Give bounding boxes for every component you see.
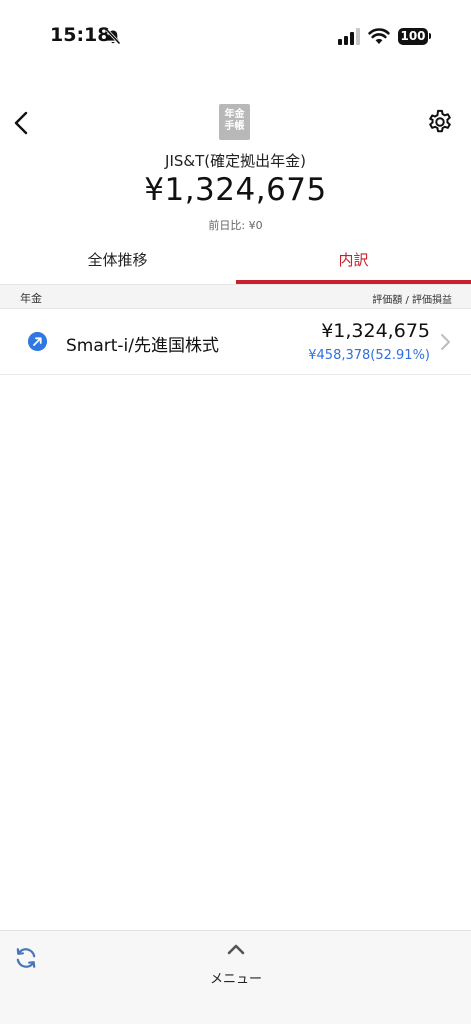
tab-bar: 全体推移 内訳 bbox=[0, 240, 471, 284]
menu-button[interactable]: メニュー bbox=[195, 941, 277, 987]
back-chevron-icon bbox=[14, 111, 28, 135]
day-change: 前日比: ¥0 bbox=[208, 219, 263, 232]
battery-tip bbox=[429, 33, 431, 39]
settings-button[interactable] bbox=[422, 104, 458, 140]
trend-up-icon bbox=[28, 332, 47, 351]
pension-book-logo: 年金 手帳 bbox=[219, 104, 250, 140]
chevron-right-icon bbox=[441, 334, 450, 350]
logo-text-line2: 手帳 bbox=[224, 121, 245, 132]
total-amount: ¥1,324,675 bbox=[144, 172, 327, 208]
refresh-button[interactable] bbox=[12, 944, 42, 974]
logo-text-line1: 年金 bbox=[224, 109, 245, 120]
fund-gain: ¥458,378(52.91%) bbox=[308, 348, 430, 363]
signal-icon bbox=[338, 28, 360, 45]
gear-icon bbox=[429, 109, 451, 133]
tab-overview[interactable]: 全体推移 bbox=[0, 240, 235, 284]
battery-icon: 100 bbox=[398, 28, 428, 45]
bottom-bar: メニュー bbox=[0, 930, 471, 1024]
back-button[interactable] bbox=[6, 106, 36, 140]
section-title: 年金 bbox=[20, 292, 42, 305]
app-screen: 15:18 100 年金 手帳 JIS&T(確定拠出年金) ¥1,324,675… bbox=[0, 0, 471, 1024]
fund-value: ¥1,324,675 bbox=[321, 320, 430, 342]
account-name: JIS&T(確定拠出年金) bbox=[165, 152, 306, 170]
refresh-icon bbox=[16, 948, 36, 968]
section-columns-label: 評価額 / 評価損益 bbox=[372, 295, 452, 306]
wifi-icon bbox=[368, 28, 390, 44]
bell-slash-icon bbox=[105, 28, 121, 45]
tab-breakdown[interactable]: 内訳 bbox=[236, 240, 471, 284]
fund-name: Smart-i/先進国株式 bbox=[66, 336, 220, 356]
status-time: 15:18 bbox=[50, 24, 111, 46]
section-header: 年金 評価額 / 評価損益 bbox=[0, 284, 471, 309]
menu-label: メニュー bbox=[209, 972, 262, 987]
chevron-up-icon bbox=[227, 944, 245, 955]
status-bar: 15:18 100 bbox=[0, 0, 471, 80]
fund-row[interactable]: Smart-i/先進国株式 ¥1,324,675 ¥458,378(52.91%… bbox=[0, 309, 471, 375]
